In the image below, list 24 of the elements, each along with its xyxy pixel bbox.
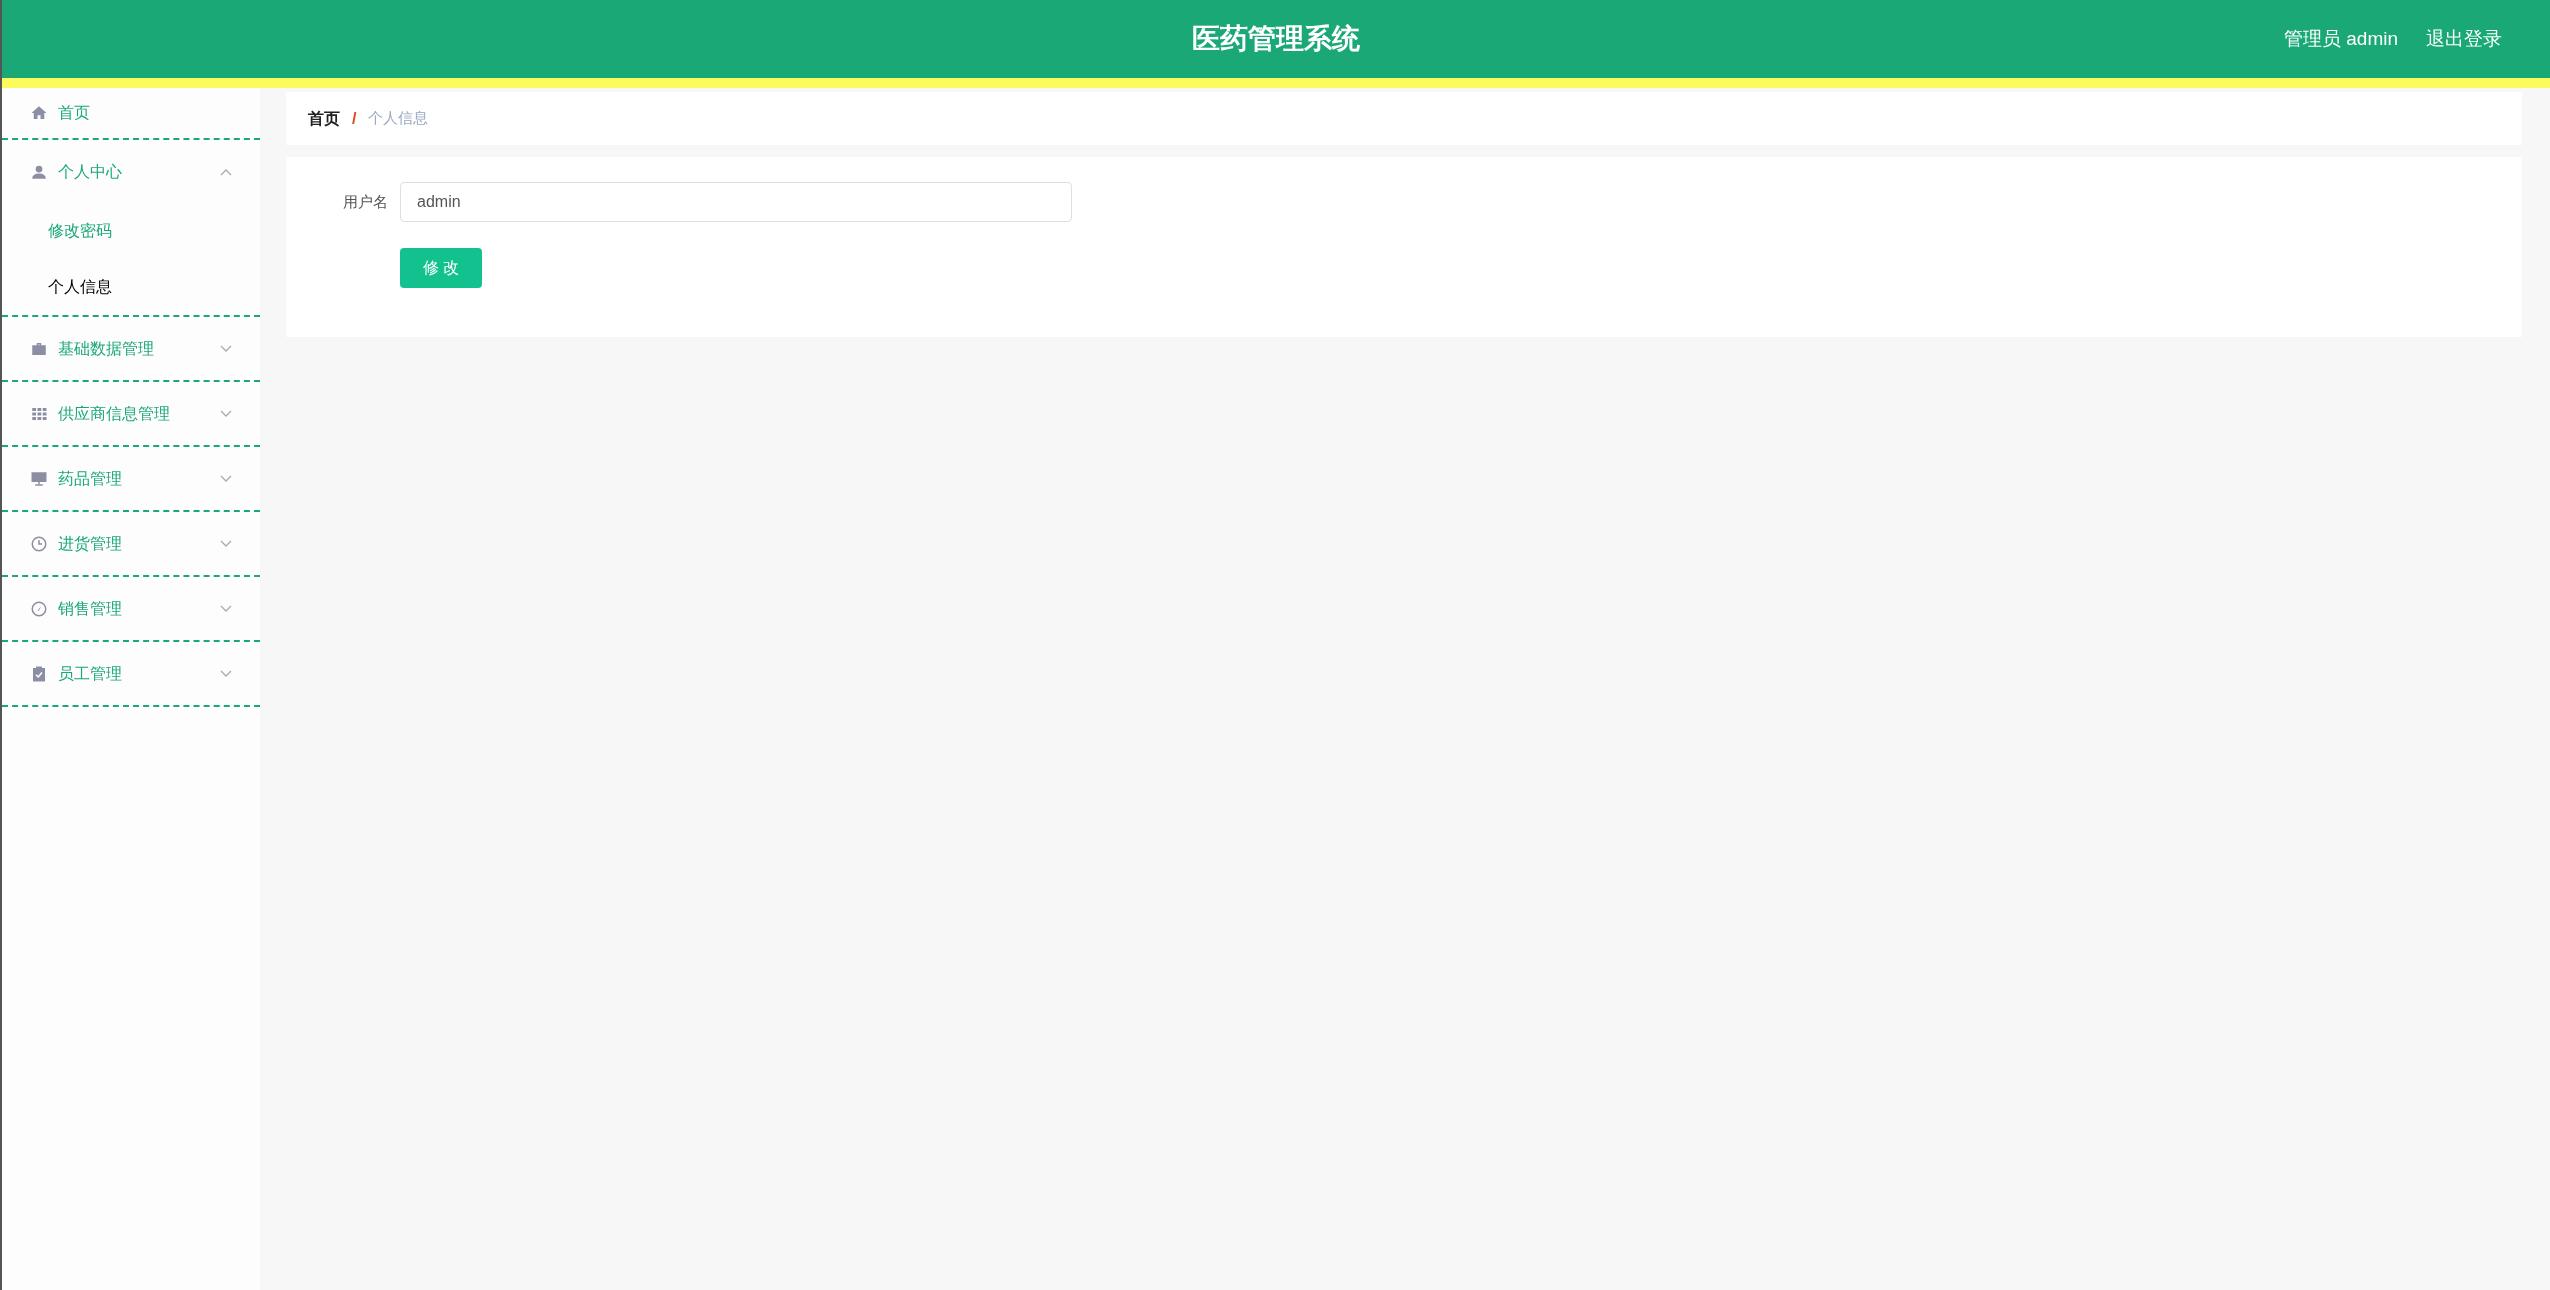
breadcrumb-item: 个人信息 [368,108,429,129]
home-icon [30,104,48,122]
breadcrumb-separator: / [352,108,357,129]
monitor-icon [30,469,48,488]
submenu-item[interactable]: 修改密码 [2,203,260,259]
user-label: 管理员 admin [2283,26,2398,51]
menu-item[interactable]: 首页 [2,88,260,138]
menu-item[interactable]: 销售管理 [2,577,260,640]
menu-item[interactable]: 供应商信息管理 [2,382,260,445]
menu-item[interactable]: 个人中心 [2,140,260,203]
compass-icon [30,599,48,618]
menu-item[interactable]: 员工管理 [2,642,260,705]
app-title: 医药管理系统 [1192,22,1360,56]
menu-item[interactable]: 进货管理 [2,512,260,575]
breadcrumb-item[interactable]: 首页 [308,106,340,131]
submit-button[interactable]: 修 改 [400,248,482,288]
menu-item[interactable]: 基础数据管理 [2,317,260,380]
clipboard-icon [30,664,48,683]
username-field[interactable]: admin [400,182,1072,222]
submenu-item[interactable]: 个人信息 [2,259,260,315]
logout-link[interactable]: 退出登录 [2426,24,2502,54]
field-label: 用户名 [342,191,388,212]
clock-icon [30,534,48,553]
menu-item[interactable]: 药品管理 [2,447,260,510]
